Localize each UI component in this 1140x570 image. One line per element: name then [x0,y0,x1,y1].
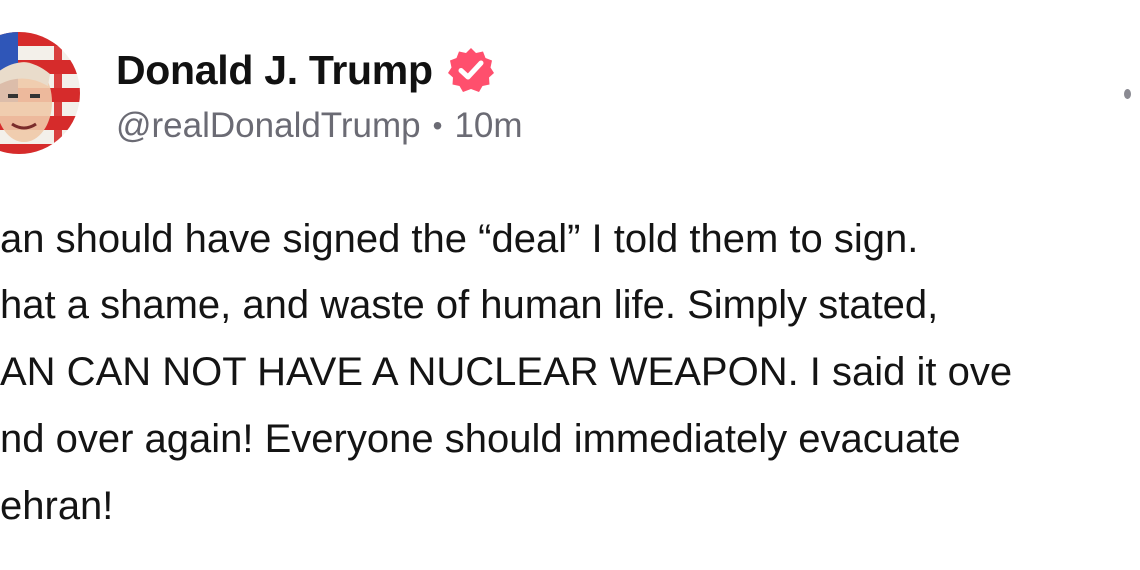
author-handle[interactable]: @realDonaldTrump [116,106,421,146]
post-body-line: an should have signed the “deal” I told … [0,217,919,261]
post-card: Donald J. Trump @realDonaldTrump • 10m a… [0,0,1140,570]
more-options-icon[interactable] [1124,82,1140,106]
author-meta-row: @realDonaldTrump • 10m [116,106,523,146]
post-timestamp[interactable]: 10m [454,106,522,146]
verified-badge-icon [447,46,495,94]
post-body-line: hat a shame, and waste of human life. Si… [0,283,939,327]
author-name-row: Donald J. Trump [116,42,523,98]
post-body-line: nd over again! Everyone should immediate… [0,417,961,461]
author-avatar[interactable] [0,32,80,154]
author-display-name[interactable]: Donald J. Trump [116,47,433,94]
avatar-flag-portrait-icon [0,32,80,154]
post-body-line: AN CAN NOT HAVE A NUCLEAR WEAPON. I said… [0,350,1013,394]
post-body-line: ehran! [0,484,114,528]
meta-separator: • [432,110,443,141]
more-dot [1124,89,1131,99]
post-header: Donald J. Trump @realDonaldTrump • 10m [116,42,523,146]
